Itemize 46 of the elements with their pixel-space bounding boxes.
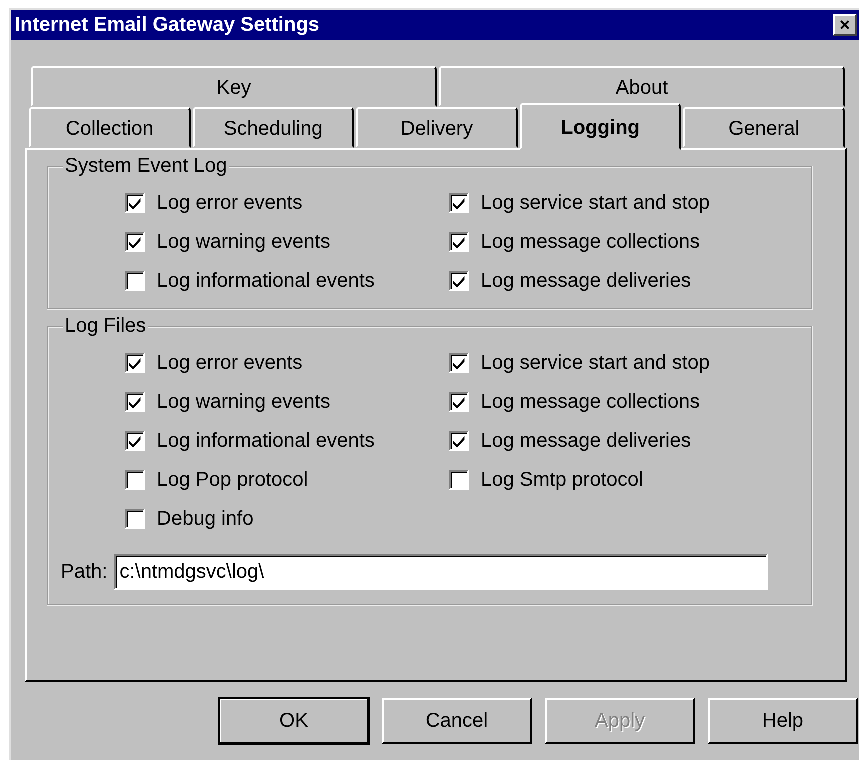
checkbox-label: Log message deliveries xyxy=(481,270,692,292)
path-field[interactable]: c:\ntmdgsvc\log\ xyxy=(114,554,768,590)
dialog-button[interactable]: Cancel xyxy=(382,698,532,744)
tab[interactable]: Logging xyxy=(520,103,682,150)
tab[interactable]: Delivery xyxy=(356,107,518,148)
checkbox[interactable] xyxy=(125,193,145,213)
checkbox-label: Log error events xyxy=(157,192,303,214)
checkbox-label: Log service start and stop xyxy=(481,352,710,374)
tab[interactable]: About xyxy=(439,66,845,107)
checkbox-label: Log Smtp protocol xyxy=(481,468,644,492)
checkbox-label: Log warning events xyxy=(157,230,330,254)
path-label: Path: xyxy=(61,560,108,584)
tab[interactable]: General xyxy=(683,107,845,148)
checkbox-label: Debug info xyxy=(157,508,254,530)
tab[interactable]: Key xyxy=(31,66,437,107)
dialog-button[interactable]: OK xyxy=(219,698,369,744)
window-title: Internet Email Gateway Settings xyxy=(15,14,320,36)
checkbox-label: Log message collections xyxy=(481,390,700,414)
dialog-button[interactable]: Help xyxy=(708,698,858,744)
checkbox-label: Log message deliveries xyxy=(481,430,692,452)
checkbox[interactable] xyxy=(449,470,469,490)
checkbox-label: Log Pop protocol xyxy=(157,468,308,492)
tab[interactable]: Collection xyxy=(29,107,191,148)
checkbox[interactable] xyxy=(449,392,469,412)
checkbox-label: Log informational events xyxy=(157,430,375,452)
checkbox[interactable] xyxy=(125,470,145,490)
checkbox-label: Log message collections xyxy=(481,230,700,254)
checkbox[interactable] xyxy=(125,232,145,252)
checkbox-label: Log error events xyxy=(157,352,303,374)
checkbox[interactable] xyxy=(125,353,145,373)
checkbox[interactable] xyxy=(449,353,469,373)
checkbox-label: Log informational events xyxy=(157,270,375,292)
checkbox[interactable] xyxy=(449,431,469,451)
checkbox[interactable] xyxy=(449,271,469,291)
close-button[interactable]: × xyxy=(833,14,857,36)
checkbox[interactable] xyxy=(449,232,469,252)
checkbox[interactable] xyxy=(125,431,145,451)
checkbox-label: Log service start and stop xyxy=(481,192,710,214)
group-title: Log Files xyxy=(63,315,148,338)
checkbox[interactable] xyxy=(125,392,145,412)
group-title: System Event Log xyxy=(63,155,230,178)
checkbox[interactable] xyxy=(449,193,469,213)
checkbox-label: Log warning events xyxy=(157,390,330,414)
tab[interactable]: Scheduling xyxy=(192,107,354,148)
checkbox[interactable] xyxy=(125,271,145,291)
checkbox[interactable] xyxy=(125,509,145,529)
